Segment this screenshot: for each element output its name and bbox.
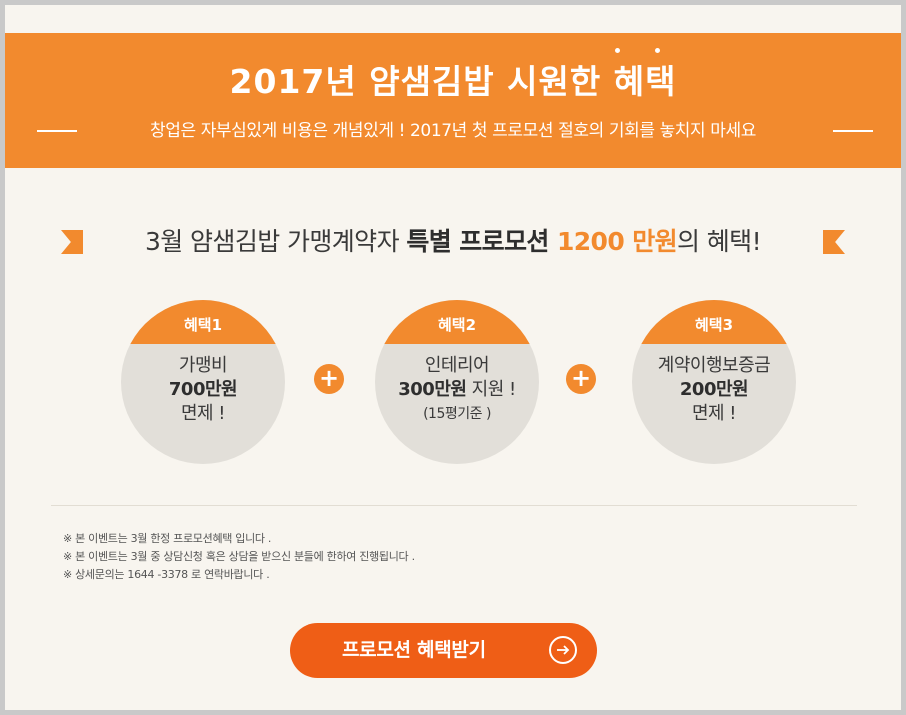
promotion-cta-button[interactable]: 프로모션 혜택받기 (290, 623, 597, 678)
benefit-amount-suffix: 지원 ! (466, 379, 517, 400)
benefit-body: 인테리어 300만원 지원 ! (15평기준 ) (375, 354, 539, 426)
benefit-label: 혜택1 (121, 300, 285, 344)
promo-panel: 2017년 얌샘김밥 시원한 혜택 창업은 자부심있게 비용은 개념있게 ! 2… (5, 5, 901, 710)
notes-list: ※ 본 이벤트는 3월 한정 프로모션혜택 입니다 . ※ 본 이벤트는 3월 … (63, 530, 415, 584)
benefit-line1: 가맹비 (178, 355, 228, 376)
benefit-body: 가맹비 700만원 면제 ! (121, 354, 285, 426)
headline-part2: 의 혜택! (677, 227, 762, 256)
benefit-label: 혜택2 (375, 300, 539, 344)
arrow-right-circle-icon (549, 636, 577, 664)
subtitle-row: 창업은 자부심있게 비용은 개념있게 ! 2017년 첫 프로모션 절호의 기회… (5, 116, 901, 146)
cta-label: 프로모션 혜택받기 (342, 639, 486, 661)
benefit-amount-row: 300만원 지원 ! (375, 378, 539, 402)
header-banner: 2017년 얌샘김밥 시원한 혜택 창업은 자부심있게 비용은 개념있게 ! 2… (5, 33, 901, 168)
page-title: 2017년 얌샘김밥 시원한 혜택 (229, 48, 677, 103)
benefit-line3: 면제 ! (180, 403, 226, 424)
benefit-line1: 계약이행보증금 (657, 355, 771, 376)
benefit-circle-1: 혜택1 가맹비 700만원 면제 ! (121, 300, 285, 464)
title-accent-dot (615, 48, 621, 53)
note-item: ※ 본 이벤트는 3월 한정 프로모션혜택 입니다 . (63, 532, 272, 545)
headline-part1: 3월 얌샘김밥 가맹계약자 (144, 227, 407, 256)
subtitle-line-right (833, 130, 873, 132)
benefit-line3: (15평기준 ) (423, 406, 491, 422)
benefit-amount: 200만원 (679, 379, 749, 400)
benefit-circle-2: 혜택2 인테리어 300만원 지원 ! (15평기준 ) (375, 300, 539, 464)
benefit-amount: 700만원 (168, 379, 238, 400)
benefit-circle-3: 혜택3 계약이행보증금 200만원 면제 ! (632, 300, 796, 464)
divider (51, 505, 857, 506)
benefit-amount: 300만원 (398, 379, 467, 400)
plus-icon: + (566, 364, 596, 394)
headline-amount: 1200 만원 (556, 227, 678, 256)
benefit-label: 혜택3 (632, 300, 796, 344)
page-subtitle: 창업은 자부심있게 비용은 개념있게 ! 2017년 첫 프로모션 절호의 기회… (149, 121, 757, 141)
promo-headline: 3월 얌샘김밥 가맹계약자 특별 프로모션 1200 만원의 혜택! (5, 223, 901, 261)
title-accent-dot (655, 48, 661, 53)
benefit-body: 계약이행보증금 200만원 면제 ! (632, 354, 796, 426)
title-wrap: 2017년 얌샘김밥 시원한 혜택 (5, 48, 901, 103)
note-item: ※ 상세문의는 1644 -3378 로 연락바랍니다 . (63, 568, 270, 581)
headline-bold: 특별 프로모션 (406, 227, 557, 256)
note-item: ※ 본 이벤트는 3월 중 상담신청 혹은 상담을 받으신 분들에 한하여 진행… (63, 550, 415, 563)
plus-icon: + (314, 364, 344, 394)
benefit-line3: 면제 ! (691, 403, 737, 424)
page-title-text: 2017년 얌샘김밥 시원한 혜택 (229, 62, 677, 101)
benefit-line1: 인테리어 (424, 355, 490, 376)
